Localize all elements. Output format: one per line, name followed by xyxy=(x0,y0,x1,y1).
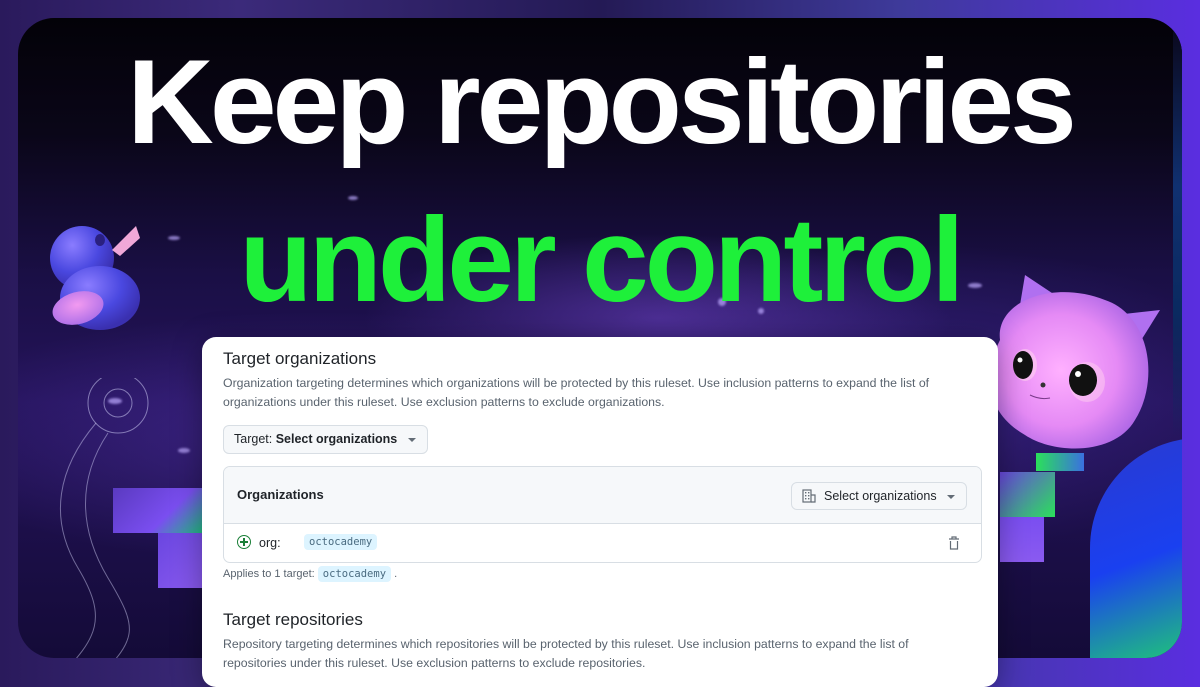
target-organizations-title: Target organizations xyxy=(223,349,377,368)
target-repositories-description: Repository targeting determines which re… xyxy=(223,637,909,670)
target-select-button[interactable]: Target: Select organizations xyxy=(223,425,429,454)
organizations-box: Organizations Select organizations org: … xyxy=(223,466,982,563)
trash-icon[interactable] xyxy=(947,535,961,551)
target-organizations-description: Organization targeting determines which … xyxy=(223,376,930,409)
target-value: Select organizations xyxy=(275,432,398,446)
select-organizations-label: Select organizations xyxy=(824,489,937,503)
decorative-block xyxy=(158,533,203,588)
caret-down-icon xyxy=(947,495,955,499)
organization-icon xyxy=(802,489,816,503)
applies-summary: Applies to 1 target: octocademy . xyxy=(223,566,398,582)
decorative-blob xyxy=(1090,438,1182,658)
target-repositories-title: Target repositories xyxy=(223,610,363,629)
caret-down-icon xyxy=(408,438,417,442)
org-row-value: octocademy xyxy=(304,534,378,550)
decorative-block xyxy=(113,488,203,533)
headline-line-1: Keep repositories xyxy=(127,35,1077,169)
organization-row: org: octocademy xyxy=(224,524,981,562)
organizations-header-title: Organizations xyxy=(237,487,324,502)
decorative-block xyxy=(1000,517,1044,562)
organizations-header: Organizations Select organizations xyxy=(224,467,981,524)
org-row-label: org: xyxy=(259,536,281,550)
octocat-head-mascot xyxy=(989,275,1160,449)
select-organizations-button[interactable]: Select organizations xyxy=(791,482,967,510)
decorative-block xyxy=(1000,472,1055,517)
target-prefix: Target: xyxy=(234,432,273,446)
ruleset-settings-card: Target organizations Organization target… xyxy=(202,337,998,687)
duck-mascot xyxy=(50,226,140,330)
applies-value: octocademy xyxy=(317,566,392,582)
plus-circle-icon xyxy=(237,535,251,549)
applies-prefix: Applies to 1 target: xyxy=(223,568,315,580)
applies-suffix: . xyxy=(394,568,398,580)
